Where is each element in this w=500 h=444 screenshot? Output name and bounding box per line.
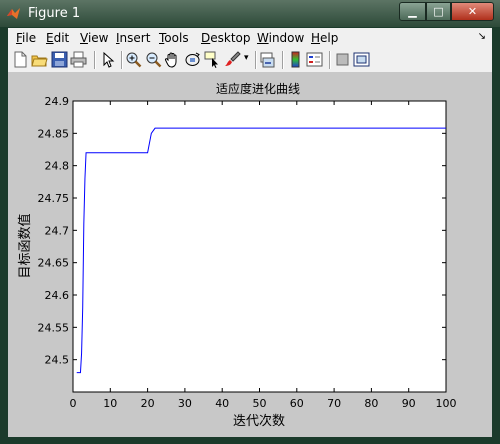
matlab-logo-icon bbox=[7, 8, 20, 19]
plot-area: 适应度进化曲线 0 10 20 30 40 50 60 70 80 90 100 24.5 24.55… bbox=[17, 81, 457, 429]
brush-dropdown-icon[interactable]: ▾ bbox=[244, 53, 249, 63]
window-bottom-border bbox=[0, 437, 500, 444]
minimize-button[interactable]: ▁ bbox=[399, 2, 426, 21]
x-tick-label: 80 bbox=[364, 397, 378, 410]
chart-title: 适应度进化曲线 bbox=[216, 81, 300, 96]
x-tick-label: 20 bbox=[141, 397, 155, 410]
y-axis-label: 目标函数值 bbox=[17, 213, 33, 278]
zoom-in-icon[interactable] bbox=[125, 51, 142, 68]
legend-icon[interactable] bbox=[306, 51, 323, 68]
hide-plot-tools-icon[interactable] bbox=[334, 51, 351, 68]
menu-window[interactable]: Window bbox=[257, 31, 304, 45]
toolbar-separator bbox=[94, 51, 96, 69]
x-tick-label: 60 bbox=[290, 397, 304, 410]
title-bar[interactable]: Figure 1 ▁ □ ✕ bbox=[0, 0, 500, 27]
window-title: Figure 1 bbox=[28, 6, 81, 21]
menu-tools[interactable]: Tools bbox=[159, 31, 189, 45]
pan-icon[interactable] bbox=[164, 51, 181, 68]
x-tick-label: 0 bbox=[70, 397, 77, 410]
link-plot-icon[interactable] bbox=[259, 51, 276, 68]
open-file-icon[interactable] bbox=[31, 51, 48, 68]
y-tick-label: 24.8 bbox=[45, 160, 70, 173]
colorbar-icon[interactable] bbox=[287, 51, 304, 68]
x-tick-label: 30 bbox=[178, 397, 192, 410]
window-controls: ▁ □ ✕ bbox=[399, 2, 494, 21]
x-axis-label: 迭代次数 bbox=[233, 413, 285, 429]
y-tick-label: 24.85 bbox=[38, 127, 70, 140]
y-tick-label: 24.55 bbox=[38, 321, 70, 334]
zoom-out-icon[interactable] bbox=[145, 51, 162, 68]
menu-insert[interactable]: Insert bbox=[116, 31, 150, 45]
menu-edit[interactable]: Edit bbox=[46, 31, 69, 45]
y-tick-label: 24.65 bbox=[38, 257, 70, 270]
data-cursor-icon[interactable] bbox=[204, 51, 221, 68]
toolbar-separator bbox=[282, 51, 284, 69]
figure-window: Figure 1 ▁ □ ✕ File Edit View Insert Too… bbox=[0, 0, 500, 444]
rotate-3d-icon[interactable] bbox=[184, 51, 201, 68]
new-figure-icon[interactable] bbox=[12, 51, 29, 68]
toolbar-separator bbox=[329, 51, 331, 69]
menu-help[interactable]: Help bbox=[311, 31, 338, 45]
menu-view[interactable]: View bbox=[80, 31, 108, 45]
figure-toolbar: ▾ bbox=[8, 48, 492, 73]
x-tick-label: 40 bbox=[215, 397, 229, 410]
y-tick-label: 24.9 bbox=[45, 95, 70, 108]
edit-plot-icon[interactable] bbox=[99, 51, 116, 68]
x-tick-label: 50 bbox=[253, 397, 267, 410]
menu-bar: File Edit View Insert Tools Desktop Wind… bbox=[8, 28, 492, 48]
y-tick-label: 24.5 bbox=[45, 354, 70, 367]
x-tick-label: 90 bbox=[402, 397, 416, 410]
toolbar-separator bbox=[255, 51, 257, 69]
brush-icon[interactable] bbox=[224, 51, 241, 68]
show-plot-tools-icon[interactable] bbox=[353, 51, 370, 68]
print-icon[interactable] bbox=[70, 51, 87, 68]
menu-desktop[interactable]: Desktop bbox=[201, 31, 251, 45]
menu-overflow-icon[interactable]: ↘ bbox=[478, 31, 486, 42]
x-tick-label: 10 bbox=[103, 397, 117, 410]
close-button[interactable]: ✕ bbox=[451, 2, 494, 21]
x-tick-label: 70 bbox=[327, 397, 341, 410]
y-tick-label: 24.7 bbox=[45, 224, 70, 237]
maximize-button[interactable]: □ bbox=[426, 2, 451, 21]
x-tick-label: 100 bbox=[436, 397, 457, 410]
y-tick-label: 24.6 bbox=[45, 289, 70, 302]
figure-canvas: 适应度进化曲线 0 10 20 30 40 50 60 70 80 90 100 24.5 24.55… bbox=[8, 73, 492, 437]
menu-file[interactable]: File bbox=[16, 31, 36, 45]
y-tick-label: 24.75 bbox=[38, 192, 70, 205]
toolbar-separator bbox=[121, 51, 123, 69]
axes-box[interactable] bbox=[72, 100, 447, 393]
save-icon[interactable] bbox=[51, 51, 68, 68]
